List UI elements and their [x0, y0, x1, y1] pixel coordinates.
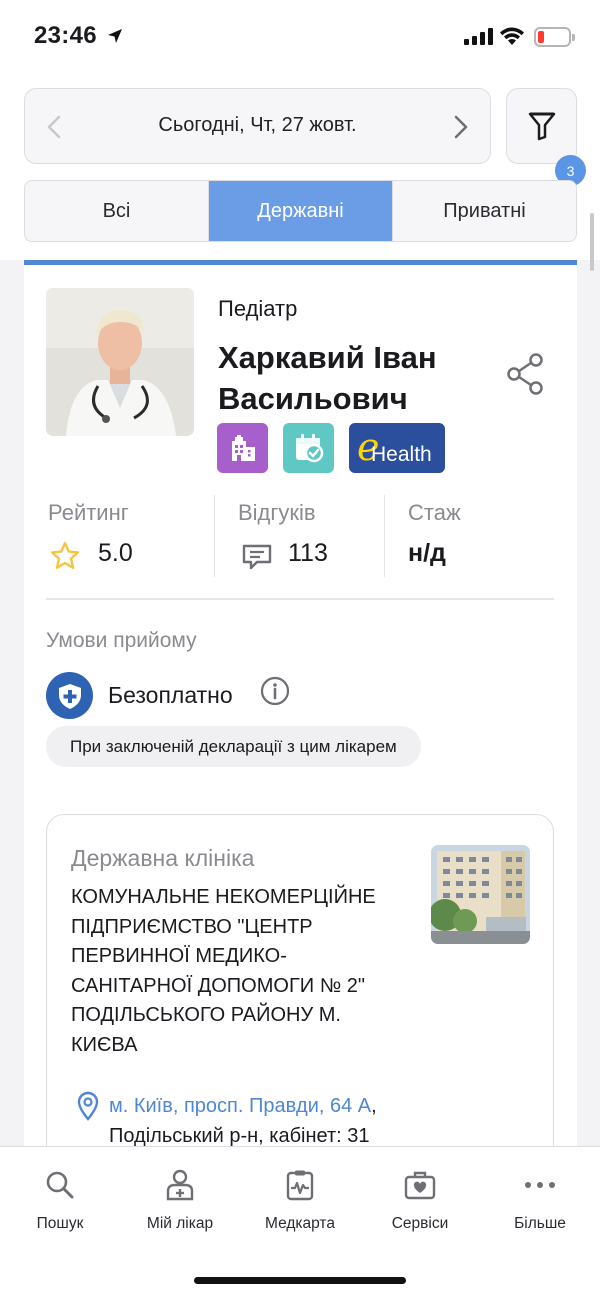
tab-search[interactable]: Пошук: [0, 1167, 120, 1233]
payment-condition: Безоплатно: [108, 682, 233, 708]
experience-caption: Стаж: [408, 500, 461, 525]
battery-icon: [534, 27, 575, 47]
experience-stat: Стаж н/д: [384, 495, 554, 577]
reviews-value: 113: [288, 539, 328, 567]
tab-more-label: Більше: [514, 1215, 566, 1232]
clinic-address: м. Київ, просп. Правди, 64 А, Подільськи…: [109, 1091, 469, 1151]
share-icon[interactable]: [506, 353, 544, 395]
address-comma: ,: [371, 1095, 377, 1117]
address-link[interactable]: м. Київ, просп. Правди, 64 А: [109, 1095, 371, 1117]
search-icon: [46, 1171, 74, 1199]
doctor-name: Харкавий Іван Васильович: [218, 340, 437, 416]
doctor-specialty: Педіатр: [218, 296, 298, 321]
home-indicator[interactable]: [194, 1277, 406, 1284]
clinic-photo: [431, 845, 530, 944]
scrollbar[interactable]: [590, 213, 594, 271]
clinic-type-segmented-control: Всі Державні Приватні: [24, 180, 577, 242]
services-kit-icon: [404, 1171, 436, 1200]
header: Сьогодні, Чт, 27 жовт. 3 Всі Державні Пр…: [0, 75, 600, 260]
more-dots-icon: [525, 1182, 555, 1188]
bottom-tab-bar: Пошук Мій лікар Медкарта Сервіси Більше: [0, 1146, 600, 1297]
rating-stat: Рейтинг 5.0: [46, 495, 214, 577]
declaration-note-chip: При заключеній декларації з цим лікарем: [46, 726, 421, 767]
clinic-name: КОМУНАЛЬНЕ НЕКОМЕРЦІЙНЕ ПІДПРИЄМСТВО "ЦЕ…: [71, 886, 376, 1056]
segment-all[interactable]: Всі: [25, 181, 209, 241]
segment-public[interactable]: Державні: [209, 181, 393, 241]
tab-my-doctor-label: Мій лікар: [146, 1215, 214, 1232]
rating-caption: Рейтинг: [48, 500, 129, 525]
reviews-stat[interactable]: Відгуків 113: [214, 495, 384, 577]
experience-value: н/д: [408, 539, 446, 567]
reviews-caption: Відгуків: [238, 500, 316, 525]
current-date-label[interactable]: Сьогодні, Чт, 27 жовт.: [85, 114, 430, 137]
clinic-building-icon[interactable]: [217, 423, 268, 473]
doctor-badges: e Health: [217, 423, 445, 473]
divider: [46, 598, 554, 600]
medical-card-icon: [286, 1170, 314, 1201]
conditions-title: Умови прийому: [46, 629, 197, 652]
cellular-signal-icon: [464, 28, 493, 45]
tab-more[interactable]: Більше: [480, 1167, 600, 1233]
wifi-icon: [500, 27, 524, 45]
doctor-photo: [46, 288, 194, 436]
calendar-check-icon[interactable]: [283, 423, 334, 473]
chevron-left-icon: [47, 115, 61, 139]
ehealth-logo[interactable]: e Health: [349, 423, 445, 473]
filter-funnel-icon: [528, 112, 555, 141]
info-icon[interactable]: [260, 676, 290, 706]
rating-value: 5.0: [98, 539, 133, 567]
filter-button[interactable]: [506, 88, 577, 164]
date-navigator: Сьогодні, Чт, 27 жовт.: [24, 88, 491, 164]
tab-medical-card[interactable]: Медкарта: [240, 1167, 360, 1233]
location-pin-icon: [77, 1091, 99, 1121]
chevron-right-icon: [454, 115, 468, 139]
comment-icon: [242, 544, 272, 570]
segment-private[interactable]: Приватні: [393, 181, 576, 241]
doctor-stats: Рейтинг 5.0 Відгуків 113 Стаж н/д: [46, 495, 554, 577]
tab-services-label: Сервіси: [391, 1215, 449, 1232]
doctor-icon: [166, 1169, 194, 1201]
doctor-card[interactable]: Педіатр Харкавий Іван Васильович e Healt…: [24, 260, 577, 1214]
tab-search-label: Пошук: [36, 1215, 84, 1232]
next-date-button[interactable]: [446, 111, 476, 143]
location-arrow-icon: [108, 29, 122, 43]
tab-services[interactable]: Сервіси: [360, 1167, 480, 1233]
ehealth-logo-text: Health: [371, 443, 432, 466]
star-icon: [50, 541, 80, 569]
shield-plus-icon: [46, 672, 93, 719]
status-time: 23:46: [34, 22, 97, 49]
clinic-type: Державна клініка: [71, 845, 255, 871]
tab-my-doctor[interactable]: Мій лікар: [120, 1167, 240, 1233]
prev-date-button[interactable]: [39, 111, 69, 143]
address-rest: Подільський р-н, кабінет: 31: [109, 1125, 370, 1147]
tab-medical-card-label: Медкарта: [265, 1215, 335, 1232]
status-bar: 23:46: [0, 0, 600, 75]
